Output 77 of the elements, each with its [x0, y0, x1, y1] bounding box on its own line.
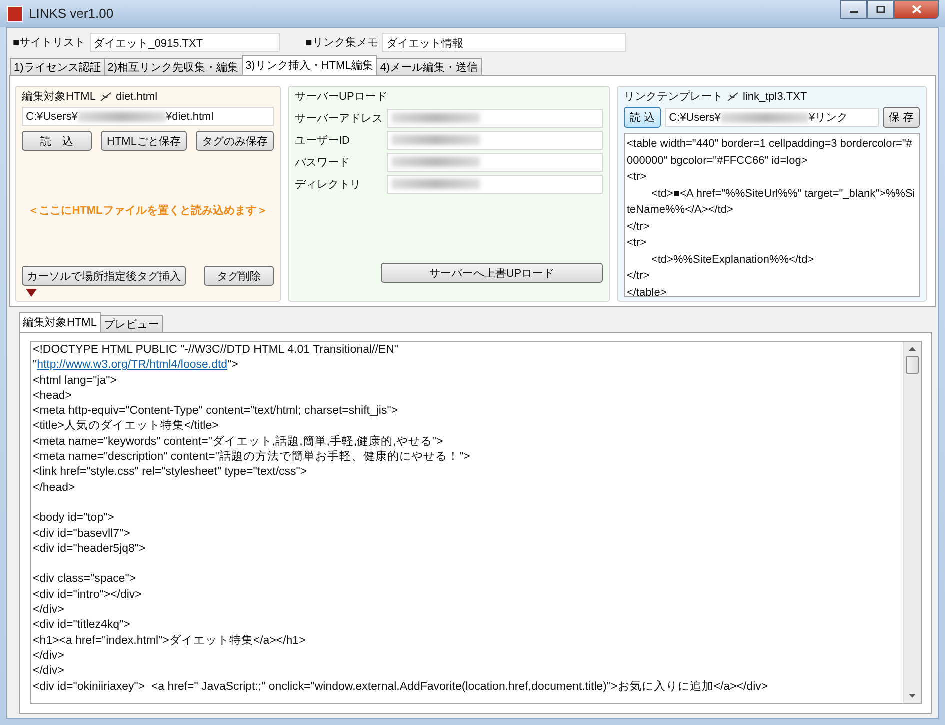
code-line: <table width="440" border=1 cellpadding=3 bordercolor="#000000" bgcolor="#FFCC66" id=log> — [627, 137, 914, 168]
code-line: <title>人気のダイエット特集</title> — [33, 419, 220, 434]
delete-tag-button[interactable]: タグ削除 — [204, 266, 274, 286]
field-label: サーバーアドレス — [295, 112, 384, 126]
tab[interactable]: 4)メール編集・送信 — [376, 58, 482, 75]
vertical-scrollbar[interactable] — [903, 342, 921, 703]
upload-button[interactable]: サーバーへ上書UPロード — [381, 263, 603, 283]
field-label: パスワード — [295, 156, 351, 170]
code-line: <tr> — [627, 170, 648, 185]
code-line: </div> — [33, 603, 66, 618]
maximize-button[interactable] — [867, 0, 894, 19]
minimize-button[interactable] — [840, 0, 867, 19]
tab[interactable]: 3)リンク挿入・HTML編集 — [242, 55, 378, 75]
field-label: ユーザーID — [295, 134, 351, 148]
site-list-label: ■サイトリスト — [13, 36, 86, 50]
code-line: <!DOCTYPE HTML PUBLIC "-//W3C//DTD HTML 4.01 Transitional//EN" — [33, 343, 400, 358]
code-line: <div class="space"> — [33, 572, 138, 588]
input-field[interactable] — [387, 130, 603, 150]
group-title: 編集対象HTML — [22, 90, 96, 104]
app-logo-icon — [7, 6, 23, 22]
save-button[interactable]: 保 存 — [882, 107, 920, 128]
file-name: diet.html — [116, 90, 158, 102]
site-list-field[interactable]: ダイエット_0915.TXT — [90, 32, 280, 52]
slash-mark-icon — [727, 92, 739, 102]
file-name: link_tpl3.TXT — [743, 90, 808, 102]
panel-button[interactable]: HTMLごと保存 — [101, 131, 187, 151]
link-memo-field[interactable]: ダイエット情報 — [382, 32, 626, 52]
code-line: </table> — [627, 286, 668, 296]
code-line: <link href="style.css" rel="stylesheet" type="text/css"> — [33, 465, 308, 480]
code-line: <div id="intro"></div> — [33, 588, 143, 603]
close-icon — [912, 5, 922, 14]
scroll-thumb[interactable] — [906, 356, 919, 374]
code-line: </div> — [33, 664, 66, 680]
down-triangle-icon — [26, 289, 37, 297]
input-field[interactable] — [387, 174, 603, 194]
code-line: <tr> — [627, 236, 648, 251]
drop-hint: ＜ここにHTMLファイルを置くと読み込めます＞ — [27, 204, 269, 219]
code-line: <h1><a href="index.html">ダイエット特集</a></h1> — [33, 634, 307, 649]
code-line: </head> — [33, 480, 76, 496]
code-line: <div id="okiniiriaxey"> <a href=" JavaScript:;" onclick="window.external.AddFavorite(location.href,document.title)">お気に入りに追加</a></div> — [33, 680, 770, 695]
code-line: <meta http-equiv="Content-Type" content="text/html; charset=shift_jis"> — [33, 404, 400, 420]
path-field[interactable]: C:¥Users¥ ¥diet.html — [22, 107, 274, 126]
template-text-area[interactable] — [624, 133, 920, 297]
load-button[interactable]: 読 込 — [624, 107, 662, 128]
code-line: </tr> — [627, 269, 651, 284]
tab[interactable]: 編集対象HTML — [19, 312, 101, 332]
tab[interactable]: プレビュー — [100, 315, 163, 332]
code-line: <head> — [33, 388, 74, 404]
window-title: LINKS ver1.00 — [29, 6, 114, 21]
group-title: サーバーUPロード — [295, 90, 388, 104]
code-line: "http://www.w3.org/TR/html4/loose.dtd"> — [33, 358, 240, 374]
maximize-icon — [876, 6, 886, 14]
code-line: <div id="titlez4kq"> — [33, 618, 132, 634]
panel-button[interactable]: タグのみ保存 — [196, 131, 274, 151]
code-line: </tr> — [627, 220, 651, 234]
panel-button[interactable]: 読 込 — [22, 131, 92, 151]
code-line: </div> — [33, 648, 66, 664]
slash-mark-icon — [100, 92, 112, 102]
code-line: <div id="header5jq8"> — [33, 542, 147, 557]
code-line: <td>%%SiteExplanation%%</td> — [650, 252, 816, 268]
tab[interactable]: 2)相互リンク先収集・編集 — [104, 58, 243, 75]
group-title: リンクテンプレート — [624, 90, 723, 104]
url-link[interactable]: http://www.w3.org/TR/html4/loose.dtd — [37, 359, 228, 372]
insert-tag-button[interactable]: カーソルで場所指定後タグ挿入 — [22, 266, 186, 286]
code-line: <html lang="ja"> — [33, 374, 118, 389]
field-label: ディレクトリ — [295, 178, 362, 192]
input-field[interactable] — [387, 152, 603, 172]
code-line: <div id="basevll7"> — [33, 526, 132, 542]
code-line: <body id="top"> — [33, 511, 116, 526]
link-memo-label: ■リンク集メモ — [306, 36, 378, 50]
close-button[interactable] — [894, 0, 939, 19]
path-field[interactable]: C:¥Users¥ ¥リンク — [665, 108, 879, 127]
code-line: <meta name="keywords" content="ダイエット,話題,簡単,手軽,健康的,やせる"> — [33, 434, 444, 450]
tab[interactable]: 1)ライセンス認証 — [10, 58, 105, 75]
code-line: <meta name="description" content="話題の方法で簡単お手軽、健康的にやせる！"> — [33, 450, 472, 466]
code-line: <td>■<A href="%%SiteUrl%%" target="_blank">%%SiteName%%</A></td> — [627, 186, 916, 218]
input-field[interactable] — [387, 108, 603, 128]
